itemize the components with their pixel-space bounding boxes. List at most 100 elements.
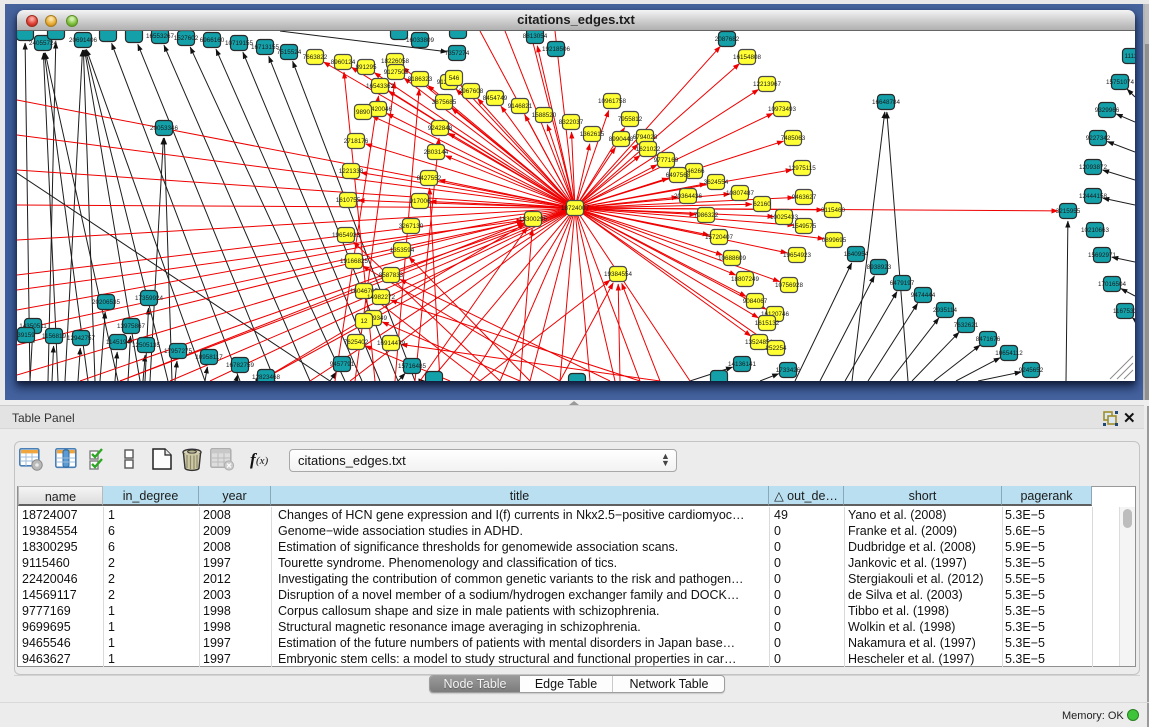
svg-text:19384554: 19384554 bbox=[604, 271, 633, 278]
svg-text:8960124: 8960124 bbox=[331, 59, 356, 66]
svg-text:9890: 9890 bbox=[356, 109, 371, 116]
svg-text:7625402: 7625402 bbox=[344, 339, 369, 346]
svg-text:19166825: 19166825 bbox=[340, 258, 369, 265]
svg-text:10719155: 10719155 bbox=[225, 40, 254, 47]
svg-text:12942757: 12942757 bbox=[67, 335, 96, 342]
svg-text:8471676: 8471676 bbox=[976, 336, 1001, 343]
svg-text:891295: 891295 bbox=[355, 64, 377, 71]
svg-text:9115460: 9115460 bbox=[821, 207, 846, 214]
svg-text:12975115: 12975115 bbox=[788, 165, 816, 172]
svg-text:12: 12 bbox=[360, 318, 368, 325]
svg-text:8938923: 8938923 bbox=[867, 264, 892, 271]
svg-text:3215955: 3215955 bbox=[1056, 208, 1081, 215]
svg-text:10210663: 10210663 bbox=[1081, 227, 1110, 234]
svg-text:2967608: 2967608 bbox=[459, 88, 484, 95]
svg-text:3875685: 3875685 bbox=[432, 99, 457, 106]
svg-text:1549575: 1549575 bbox=[792, 223, 817, 230]
svg-text:1145194: 1145194 bbox=[106, 339, 131, 346]
svg-text:9242848: 9242848 bbox=[428, 125, 453, 132]
svg-text:8587833: 8587833 bbox=[379, 272, 404, 279]
svg-text:19654923: 19654923 bbox=[783, 252, 812, 259]
svg-text:9463627: 9463627 bbox=[792, 194, 817, 201]
svg-text:9777169: 9777169 bbox=[654, 157, 679, 164]
svg-text:24055724: 24055724 bbox=[29, 40, 58, 47]
svg-text:16033809: 16033809 bbox=[406, 37, 435, 44]
svg-text:1112: 1112 bbox=[1124, 53, 1135, 60]
svg-text:16782759: 16782759 bbox=[226, 362, 255, 369]
svg-text:16914479: 16914479 bbox=[377, 340, 406, 347]
svg-text:18724007: 18724007 bbox=[561, 205, 590, 212]
svg-text:15716485: 15716485 bbox=[398, 363, 427, 370]
svg-text:14982272: 14982272 bbox=[367, 294, 396, 301]
svg-text:9457791: 9457791 bbox=[330, 361, 355, 368]
svg-text:546: 546 bbox=[449, 75, 460, 82]
svg-text:10958117: 10958117 bbox=[195, 354, 223, 361]
svg-text:1588520: 1588520 bbox=[532, 112, 557, 119]
svg-text:9146821: 9146821 bbox=[508, 103, 533, 110]
svg-text:12093872: 12093872 bbox=[1079, 164, 1108, 171]
svg-text:14136141: 14136141 bbox=[728, 361, 757, 368]
svg-text:16154808: 16154808 bbox=[733, 54, 762, 61]
svg-text:12823468: 12823468 bbox=[252, 374, 281, 381]
svg-text:3267130: 3267130 bbox=[399, 223, 424, 230]
svg-text:9245652: 9245652 bbox=[1019, 367, 1044, 374]
svg-text:2935114: 2935114 bbox=[933, 307, 958, 314]
svg-text:62160: 62160 bbox=[753, 201, 771, 208]
svg-text:6966160: 6966160 bbox=[200, 37, 225, 44]
svg-text:10654112: 10654112 bbox=[995, 350, 1023, 357]
svg-text:1621022: 1621022 bbox=[636, 146, 661, 153]
svg-text:0899695: 0899695 bbox=[822, 237, 847, 244]
svg-text:17957275: 17957275 bbox=[164, 348, 193, 355]
svg-text:20053346: 20053346 bbox=[150, 125, 179, 132]
svg-text:1156819: 1156819 bbox=[42, 333, 67, 340]
svg-text:8454749: 8454749 bbox=[483, 95, 508, 102]
svg-text:18807249: 18807249 bbox=[731, 276, 760, 283]
svg-text:10688609: 10688609 bbox=[718, 255, 747, 262]
svg-text:1353594: 1353594 bbox=[390, 247, 415, 254]
svg-text:9227342: 9227342 bbox=[1086, 135, 1111, 142]
svg-text:18300295: 18300295 bbox=[519, 216, 548, 223]
svg-text:9474444: 9474444 bbox=[911, 292, 936, 299]
svg-text:8990448: 8990448 bbox=[609, 136, 634, 143]
svg-text:10807487: 10807487 bbox=[726, 190, 755, 197]
svg-text:39159: 39159 bbox=[17, 332, 35, 339]
svg-text:7986322: 7986322 bbox=[694, 212, 719, 219]
svg-text:16713155: 16713155 bbox=[251, 44, 280, 51]
svg-text:9084067: 9084067 bbox=[743, 298, 768, 305]
svg-text:17359924: 17359924 bbox=[135, 295, 164, 302]
svg-text:1221338: 1221338 bbox=[339, 168, 364, 175]
svg-text:16553267: 16553267 bbox=[146, 33, 175, 40]
svg-text:20206535: 20206535 bbox=[92, 299, 121, 306]
svg-text:1733426: 1733426 bbox=[776, 367, 801, 374]
svg-text:6497568: 6497568 bbox=[666, 172, 691, 179]
svg-text:15720407: 15720407 bbox=[705, 234, 734, 241]
svg-text:10973493: 10973493 bbox=[768, 106, 797, 113]
svg-text:8186323: 8186323 bbox=[408, 76, 433, 83]
svg-text:2718176: 2718176 bbox=[344, 138, 369, 145]
svg-text:1527602: 1527602 bbox=[174, 35, 199, 42]
svg-text:15751074: 15751074 bbox=[1106, 79, 1135, 86]
svg-text:8813054: 8813054 bbox=[523, 33, 548, 40]
svg-text:6479197: 6479197 bbox=[890, 280, 915, 287]
svg-text:1610755: 1610755 bbox=[336, 197, 361, 204]
svg-text:1640954: 1640954 bbox=[844, 251, 869, 258]
svg-text:1362615: 1362615 bbox=[580, 131, 605, 138]
svg-text:(x): (x) bbox=[256, 455, 269, 467]
svg-text:10961758: 10961758 bbox=[598, 98, 627, 105]
svg-text:2803144: 2803144 bbox=[424, 149, 449, 156]
svg-text:6794028: 6794028 bbox=[633, 134, 658, 141]
svg-text:12505135: 12505135 bbox=[132, 342, 161, 349]
svg-text:10756928: 10756928 bbox=[775, 282, 804, 289]
svg-text:10025433: 10025433 bbox=[770, 214, 799, 221]
svg-text:8427552: 8427552 bbox=[417, 175, 442, 182]
svg-text:1167533: 1167533 bbox=[1113, 308, 1135, 315]
svg-text:7485063: 7485063 bbox=[781, 135, 806, 142]
svg-text:7955812: 7955812 bbox=[618, 116, 643, 123]
svg-text:20364436: 20364436 bbox=[674, 193, 703, 200]
svg-text:20691406: 20691406 bbox=[69, 37, 98, 44]
svg-text:7663822: 7663822 bbox=[303, 54, 328, 61]
svg-text:252254: 252254 bbox=[765, 345, 787, 352]
svg-text:7632621: 7632621 bbox=[954, 322, 979, 329]
svg-text:12444158: 12444158 bbox=[1079, 193, 1108, 200]
svg-text:917006: 917006 bbox=[409, 198, 431, 205]
